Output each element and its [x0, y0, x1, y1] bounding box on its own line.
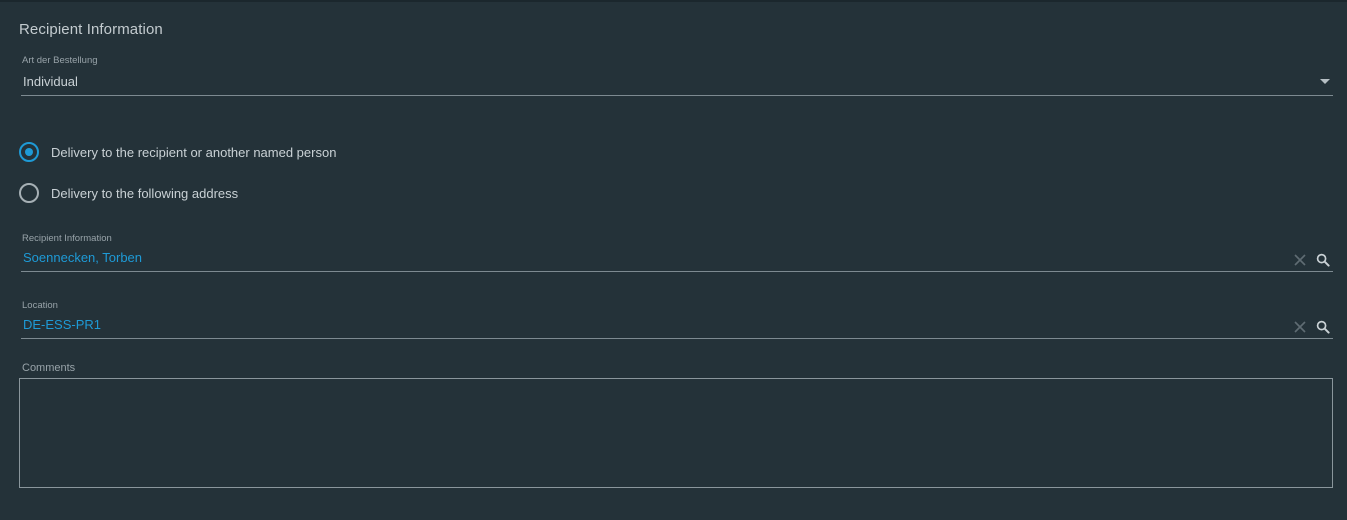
order-type-value[interactable]: Individual [23, 74, 78, 89]
section-title: Recipient Information [19, 21, 163, 38]
delivery-option-recipient[interactable]: Delivery to the recipient or another nam… [19, 142, 336, 162]
chevron-down-icon[interactable] [1320, 79, 1330, 84]
location-label: Location [22, 300, 58, 311]
close-icon[interactable] [1293, 320, 1307, 334]
order-type-underline [21, 95, 1333, 96]
order-type-label: Art der Bestellung [22, 55, 98, 66]
search-icon[interactable] [1316, 320, 1330, 334]
location-underline [21, 338, 1333, 339]
location-value[interactable]: DE-ESS-PR1 [23, 317, 101, 332]
recipient-underline [21, 271, 1333, 272]
top-divider [0, 0, 1347, 2]
order-type-select[interactable]: Art der Bestellung Individual [21, 55, 1333, 97]
radio-recipient[interactable] [19, 142, 39, 162]
search-icon[interactable] [1316, 253, 1330, 267]
recipient-label: Recipient Information [22, 233, 112, 244]
delivery-option-recipient-label: Delivery to the recipient or another nam… [51, 144, 337, 160]
delivery-option-address[interactable]: Delivery to the following address [19, 183, 238, 203]
radio-address[interactable] [19, 183, 39, 203]
recipient-lookup-field[interactable]: Recipient Information Soennecken, Torben [21, 233, 1333, 275]
comments-label: Comments [22, 362, 76, 374]
delivery-option-address-label: Delivery to the following address [51, 185, 239, 201]
comments-textarea[interactable] [19, 378, 1333, 488]
location-lookup-field[interactable]: Location DE-ESS-PR1 [21, 300, 1333, 342]
close-icon[interactable] [1293, 253, 1307, 267]
recipient-value[interactable]: Soennecken, Torben [23, 250, 142, 265]
